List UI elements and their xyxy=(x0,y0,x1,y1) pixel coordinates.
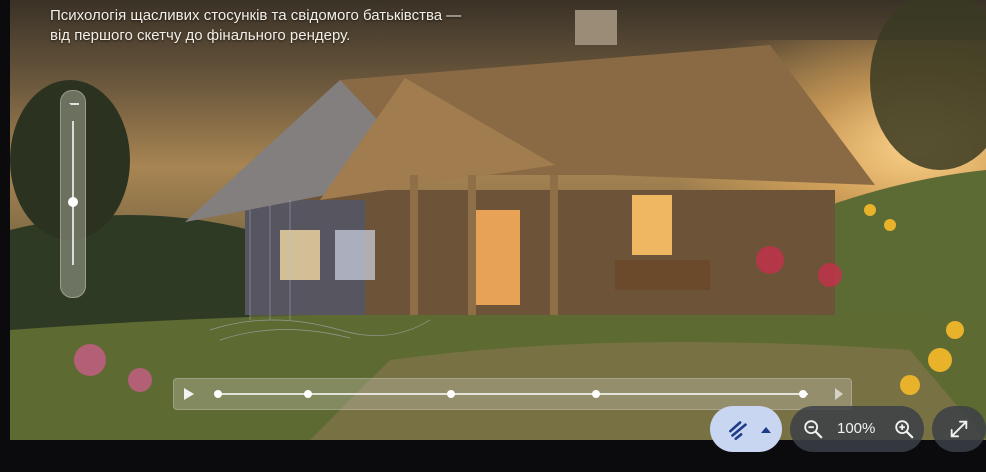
image-viewer: Психологія щасливих стосунків та свідомо… xyxy=(10,0,986,440)
slider-bottom-cap xyxy=(69,283,77,287)
zoom-control: 100% xyxy=(790,406,924,452)
caption: Психологія щасливих стосунків та свідомо… xyxy=(50,6,530,46)
draw-tool-button[interactable] xyxy=(710,406,782,452)
cottage-illustration xyxy=(10,0,986,440)
timeline-end-icon xyxy=(835,388,843,400)
caption-line-2: від першого скетчу до фінального рендеру… xyxy=(50,27,351,44)
slider-knob[interactable] xyxy=(68,197,78,207)
caption-line-1: Психологія щасливих стосунків та свідомо… xyxy=(50,7,462,24)
play-icon[interactable] xyxy=(184,388,194,400)
timeline-marker[interactable] xyxy=(214,390,222,398)
timeline-marker[interactable] xyxy=(592,390,600,398)
timeline-marker[interactable] xyxy=(799,390,807,398)
zoom-level: 100% xyxy=(837,420,876,437)
fullscreen-button[interactable] xyxy=(932,406,986,452)
timeline-marker[interactable] xyxy=(447,390,455,398)
expand-icon xyxy=(950,420,968,438)
slider-top-cap xyxy=(69,103,79,109)
chevron-up-icon[interactable] xyxy=(760,425,772,435)
zoom-out-icon[interactable] xyxy=(802,418,824,440)
draw-tool-icon xyxy=(729,421,747,441)
zoom-in-icon[interactable] xyxy=(893,418,915,440)
slider-track xyxy=(72,121,74,265)
vertical-zoom-slider[interactable] xyxy=(60,90,86,298)
timeline-marker[interactable] xyxy=(304,390,312,398)
